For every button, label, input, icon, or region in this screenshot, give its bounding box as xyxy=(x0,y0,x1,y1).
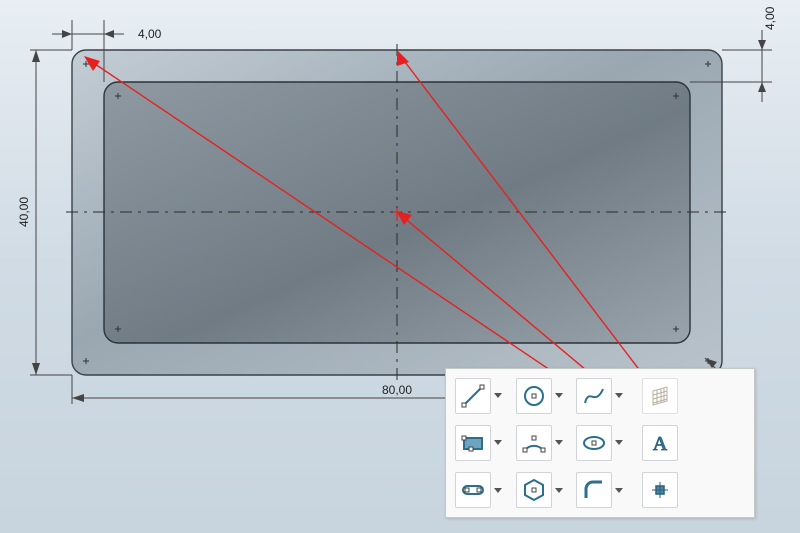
polygon-tool[interactable] xyxy=(516,472,552,508)
sketch-toolbar: AA xyxy=(445,368,755,518)
slot-dropdown[interactable] xyxy=(493,473,503,507)
plane-tool[interactable] xyxy=(642,378,678,414)
polygon-dropdown[interactable] xyxy=(554,473,564,507)
fillet-dropdown[interactable] xyxy=(614,473,624,507)
dim-height-value: 40,00 xyxy=(17,197,31,227)
circle-tool[interactable] xyxy=(516,378,552,414)
ellipse-tool[interactable] xyxy=(576,425,612,461)
text-tool[interactable]: AA xyxy=(642,425,678,461)
arc-tool[interactable] xyxy=(516,425,552,461)
spline-dropdown[interactable] xyxy=(614,379,624,413)
ellipse-dropdown[interactable] xyxy=(614,426,624,460)
dim-right-inset-value: 4,00 xyxy=(763,6,777,30)
spline-tool[interactable] xyxy=(576,378,612,414)
point-tool[interactable] xyxy=(642,472,678,508)
dim-width-value: 80,00 xyxy=(382,383,412,397)
dim-top-inset-value: 4,00 xyxy=(138,27,162,41)
line-tool[interactable] xyxy=(455,378,491,414)
svg-text:A: A xyxy=(653,433,668,455)
circle-dropdown[interactable] xyxy=(554,379,564,413)
line-dropdown[interactable] xyxy=(493,379,503,413)
dim-height: 40,00 xyxy=(17,50,72,375)
slot-tool[interactable] xyxy=(455,472,491,508)
rectangle-tool[interactable] xyxy=(455,425,491,461)
fillet-tool[interactable] xyxy=(576,472,612,508)
rectangle-dropdown[interactable] xyxy=(493,426,503,460)
arc-dropdown[interactable] xyxy=(554,426,564,460)
